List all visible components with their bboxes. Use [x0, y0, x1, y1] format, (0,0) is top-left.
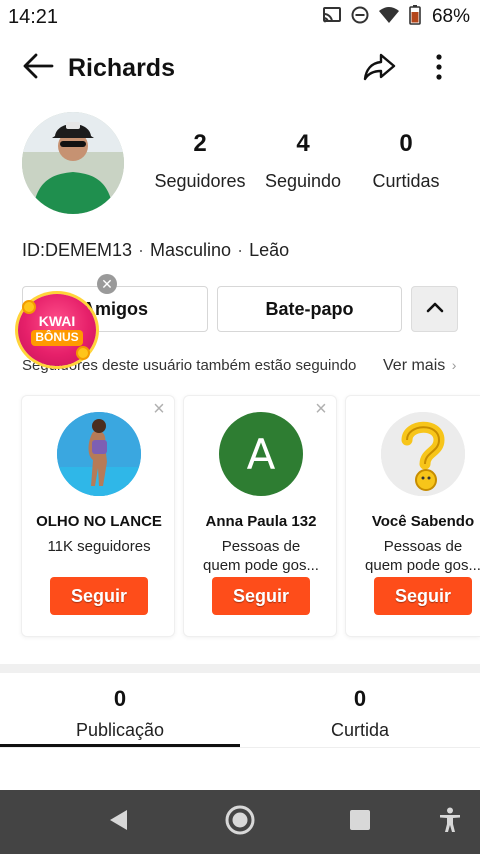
follow-button[interactable]: Seguir — [50, 577, 148, 615]
profile-avatar[interactable] — [22, 112, 124, 214]
accessibility-button[interactable] — [432, 804, 468, 840]
chevron-up-icon — [426, 300, 444, 318]
chat-button[interactable]: Bate-papo — [217, 286, 402, 332]
following-stat[interactable]: 4 Seguindo — [248, 130, 358, 192]
bonus-close-button[interactable]: ✕ — [97, 274, 117, 294]
tab-posts[interactable]: 0 Publicação — [0, 686, 240, 741]
dismiss-suggestion-button[interactable]: × — [150, 399, 168, 419]
share-icon — [362, 52, 396, 87]
follow-button-label: Seguir — [232, 585, 289, 606]
battery-icon — [409, 4, 421, 30]
suggestion-avatar[interactable] — [57, 412, 141, 496]
suggestion-subtitle: Pessoas de quem pode gos... — [354, 537, 480, 575]
suggestion-avatar[interactable] — [381, 412, 465, 496]
posts-label: Publicação — [75, 720, 165, 740]
separator: · — [138, 240, 145, 260]
more-vertical-icon — [435, 53, 443, 86]
system-home-button[interactable] — [222, 804, 258, 840]
liked-count: 0 — [353, 686, 367, 711]
section-divider — [0, 664, 480, 673]
back-button[interactable] — [20, 50, 56, 86]
suggestion-avatar[interactable]: A — [219, 412, 303, 496]
liked-label: Curtida — [330, 720, 390, 740]
likes-stat[interactable]: 0 Curtidas — [351, 130, 461, 192]
see-more-label: Ver mais — [383, 357, 446, 374]
close-icon: ✕ — [101, 276, 113, 292]
user-sign: Leão — [249, 240, 290, 260]
followers-count: 2 — [193, 130, 207, 157]
suggestion-name: OLHO NO LANCE — [36, 513, 162, 530]
suggestion-subtitle: Pessoas de quem pode gos... — [192, 537, 330, 575]
separator: · — [237, 240, 244, 260]
chat-button-label: Bate-papo — [265, 298, 354, 319]
system-recents-button[interactable] — [342, 804, 378, 840]
status-time: 14:21 — [8, 5, 59, 28]
cast-icon — [322, 6, 342, 29]
coin-icon — [76, 346, 90, 360]
triangle-back-icon — [107, 808, 129, 837]
do-not-disturb-icon — [351, 6, 369, 29]
tab-divider — [0, 747, 480, 748]
more-options-button[interactable] — [424, 50, 454, 88]
expand-suggestions-button[interactable] — [411, 286, 458, 332]
battery-percent: 68% — [431, 6, 470, 27]
user-gender: Masculino — [150, 240, 232, 260]
page-title: Richards — [68, 54, 175, 82]
follow-button[interactable]: Seguir — [212, 577, 310, 615]
following-count: 4 — [296, 130, 310, 157]
user-meta: ID:DEMEM13 · Masculino · Leão — [22, 240, 289, 261]
status-bar: 14:21 68% — [0, 0, 480, 34]
bonus-subtitle: BÔNUS — [31, 330, 83, 346]
circle-home-icon — [224, 804, 256, 841]
follow-button-label: Seguir — [394, 585, 451, 606]
suggestion-subtitle: 11K seguidores — [30, 537, 168, 556]
wifi-icon — [378, 6, 400, 29]
posts-count: 0 — [113, 686, 127, 711]
likes-label: Curtidas — [372, 171, 440, 191]
suggestion-name: Você Sabendo — [371, 513, 475, 530]
status-icons: 68% — [322, 4, 470, 30]
suggestion-card[interactable]: Você Sabendo Pessoas de quem pode gos...… — [345, 395, 480, 637]
followers-label: Seguidores — [154, 171, 246, 191]
suggestion-subtitle-line: Pessoas de — [221, 538, 301, 555]
suggestion-subtitle-line: quem pode gos... — [203, 557, 319, 574]
accessibility-icon — [439, 807, 461, 838]
tab-liked[interactable]: 0 Curtida — [240, 686, 480, 741]
suggestion-name: Anna Paula 132 — [205, 513, 317, 530]
dismiss-suggestion-button[interactable]: × — [312, 399, 330, 419]
profile-header: Richards — [0, 40, 480, 96]
likes-count: 0 — [399, 130, 413, 157]
see-more-link[interactable]: Ver mais › — [383, 357, 456, 375]
following-label: Seguindo — [264, 171, 342, 191]
system-nav-bar — [0, 790, 480, 854]
suggestion-subtitle-line: 11K seguidores — [47, 538, 151, 555]
coin-icon — [22, 300, 36, 314]
follow-button[interactable]: Seguir — [374, 577, 472, 615]
suggestion-subtitle-line: quem pode gos... — [365, 557, 480, 574]
follow-button-label: Seguir — [70, 585, 127, 606]
chevron-right-icon: › — [451, 357, 457, 373]
user-id: ID:DEMEM13 — [22, 240, 133, 260]
suggestion-card[interactable]: × OLHO NO LANCE 11K seguidores Seguir — [21, 395, 175, 637]
share-button[interactable] — [360, 50, 398, 88]
system-back-button[interactable] — [100, 804, 136, 840]
square-recents-icon — [349, 809, 371, 836]
followers-stat[interactable]: 2 Seguidores — [145, 130, 255, 192]
arrow-left-icon — [22, 52, 54, 85]
kwai-bonus-badge[interactable]: KWAI BÔNUS — [18, 294, 96, 366]
suggestion-card[interactable]: × A Anna Paula 132 Pessoas de quem pode … — [183, 395, 337, 637]
avatar-letter: A — [246, 429, 276, 479]
suggestion-subtitle-line: Pessoas de — [383, 538, 463, 555]
bonus-title: KWAI — [38, 313, 76, 330]
